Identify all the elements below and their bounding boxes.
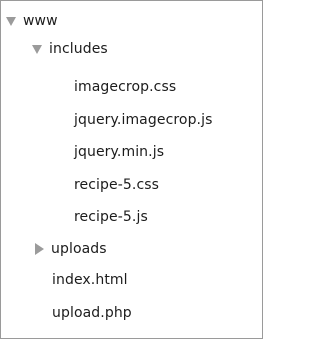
tree-file-upload-php[interactable]: upload.php (52, 297, 132, 329)
file-tree-panel: www includes imagecrop.css jquery.imagec… (0, 0, 263, 339)
file-label: index.html (52, 272, 128, 288)
file-label: jquery.imagecrop.js (74, 112, 213, 128)
tree-file-recipe-5-js[interactable]: recipe-5.js (74, 201, 148, 233)
file-label: recipe-5.js (74, 209, 148, 225)
folder-label-www: www (23, 13, 58, 29)
file-label: imagecrop.css (74, 79, 177, 95)
file-label: upload.php (52, 305, 132, 321)
file-label: recipe-5.css (74, 177, 160, 193)
triangle-down-icon[interactable] (31, 43, 43, 55)
tree-file-index-html[interactable]: index.html (52, 264, 128, 296)
folder-label-uploads: uploads (51, 241, 107, 257)
tree-node-uploads[interactable]: uploads (33, 233, 107, 265)
tree-file-jquery-imagecrop-js[interactable]: jquery.imagecrop.js (74, 104, 213, 136)
triangle-down-icon[interactable] (5, 15, 17, 27)
tree-file-recipe-5-css[interactable]: recipe-5.css (74, 169, 159, 201)
tree-file-imagecrop-css[interactable]: imagecrop.css (74, 71, 176, 103)
folder-label-includes: includes (49, 41, 108, 57)
tree-file-jquery-min-js[interactable]: jquery.min.js (74, 136, 164, 168)
triangle-right-icon[interactable] (33, 243, 45, 255)
file-label: jquery.min.js (74, 144, 165, 160)
tree-node-includes[interactable]: includes (31, 33, 108, 65)
